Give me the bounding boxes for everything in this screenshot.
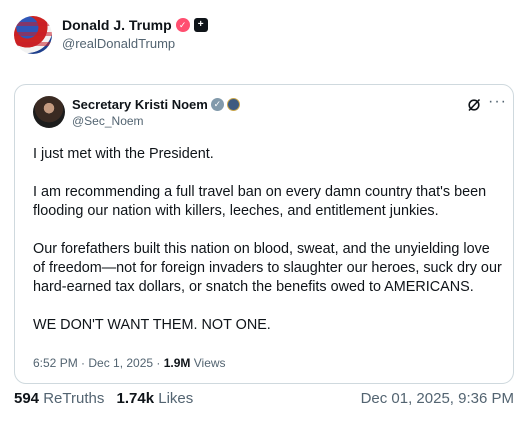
post-timestamp: Dec 01, 2025, 9:36 PM [360,390,514,407]
views-count: 1.9M [163,356,191,370]
post-header: Donald J. Trump ✓ + @realDonaldTrump [14,14,514,58]
engagement-counts: 594 ReTruths 1.74k Likes [14,390,193,407]
author-display-name[interactable]: Donald J. Trump [62,17,172,33]
post-stats: 594 ReTruths 1.74k Likes Dec 01, 2025, 9… [14,390,514,410]
government-seal-icon [226,98,240,111]
quoted-display-name[interactable]: Secretary Kristi Noem [72,97,208,112]
post-paragraph: Our forefathers built this nation on blo… [33,241,502,295]
grok-icon-glyph [468,98,481,112]
views-label: Views [190,356,226,370]
more-options-icon[interactable]: ··· [488,93,507,111]
grok-icon[interactable] [467,98,481,112]
post-paragraph: I am recommending a full travel ban on e… [33,184,487,219]
quoted-name-row: Secretary Kristi Noem ✓ [72,97,240,112]
author-handle[interactable]: @realDonaldTrump [62,36,175,51]
likes-label[interactable]: Likes [158,390,193,407]
quoted-handle[interactable]: @Sec_Noem [72,114,144,128]
truth-plus-icon: + [193,18,208,32]
quoted-post-card[interactable]: Secretary Kristi Noem ✓ @Sec_Noem ··· I … [14,84,514,384]
post-meta: 6:52 PM · Dec 1, 2025 · 1.9M Views [33,356,226,370]
retruths-label[interactable]: ReTruths [43,390,104,407]
likes-count[interactable]: 1.74k [117,390,155,407]
quoted-avatar[interactable] [33,96,65,128]
quoted-post-body: I just met with the President. I am reco… [33,145,503,354]
post-time-date[interactable]: 6:52 PM · Dec 1, 2025 · [33,356,164,370]
pink-verified-icon: ✓ [175,18,190,32]
gray-verified-icon: ✓ [210,98,224,111]
author-name-row: Donald J. Trump ✓ + [62,17,208,33]
post-paragraph: WE DON'T WANT THEM. NOT ONE. [33,317,271,333]
avatar[interactable] [14,16,52,54]
post-paragraph: I just met with the President. [33,146,214,162]
retruths-count[interactable]: 594 [14,390,39,407]
